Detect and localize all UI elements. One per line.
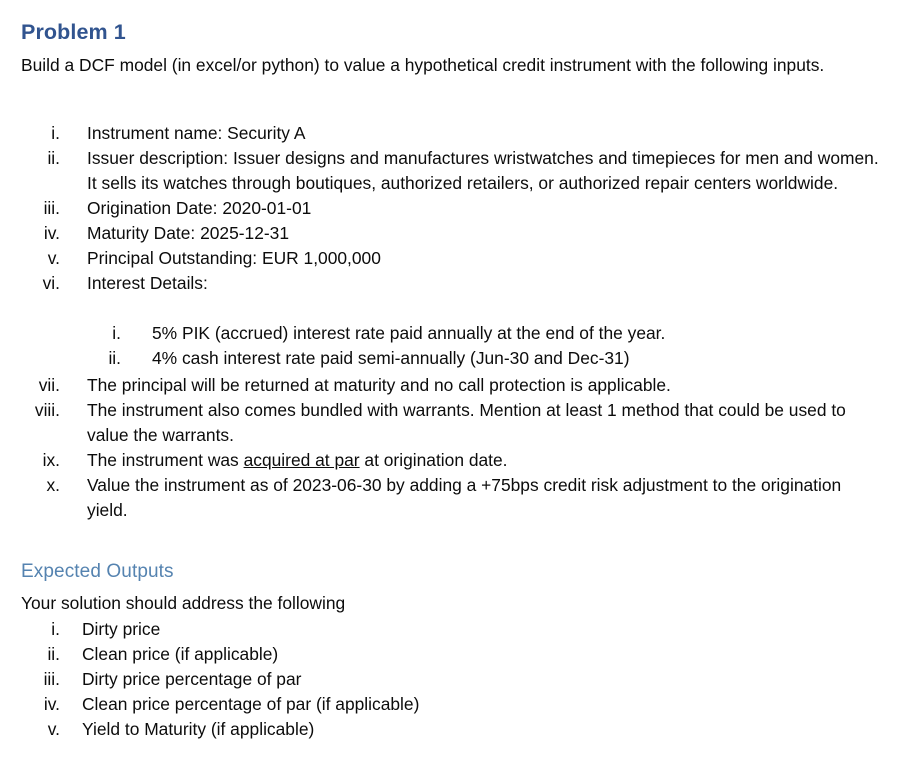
list-item-text: Instrument name: Security A xyxy=(87,123,306,143)
list-item: iv. Maturity Date: 2025-12-31 xyxy=(0,221,901,246)
list-item-text: 4% cash interest rate paid semi-annually… xyxy=(152,348,630,368)
expected-outputs-title: Expected Outputs xyxy=(21,561,174,582)
list-marker: vi. xyxy=(42,273,60,293)
list-item-text: Maturity Date: 2025-12-31 xyxy=(87,223,290,243)
list-item-text: 5% PIK (accrued) interest rate paid annu… xyxy=(152,323,666,343)
list-marker: v. xyxy=(47,719,60,739)
list-item: v. Yield to Maturity (if applicable) xyxy=(0,717,901,742)
list-item-text: Dirty price percentage of par xyxy=(82,669,302,689)
problem-intro-paragraph: Build a DCF model (in excel/or python) t… xyxy=(21,55,825,75)
list-item: iv. Clean price percentage of par (if ap… xyxy=(0,692,901,717)
emphasis-acquired-at-par: acquired at par xyxy=(243,450,360,470)
list-marker: iii. xyxy=(43,669,60,689)
list-item-text: Yield to Maturity (if applicable) xyxy=(82,719,315,739)
list-item-text-before: The instrument was xyxy=(87,450,244,470)
list-item-text-after: at origination date. xyxy=(359,450,508,470)
list-item-text: Interest Details: xyxy=(87,273,208,293)
problem-inputs-list: i. Instrument name: Security A ii. Issue… xyxy=(0,121,901,296)
list-item: i. 5% PIK (accrued) interest rate paid a… xyxy=(0,321,901,346)
list-item-text: Dirty price xyxy=(82,619,161,639)
list-marker: ii. xyxy=(47,148,60,168)
problem-inputs-list-continued: vii. The principal will be returned at m… xyxy=(0,373,901,523)
list-marker: ix. xyxy=(42,450,60,470)
document-page: Problem 1 Build a DCF model (in excel/or… xyxy=(0,0,901,757)
page-title: Problem 1 xyxy=(21,20,126,44)
list-item-text: Value the instrument as of 2023-06-30 by… xyxy=(87,475,842,520)
list-item: vii. The principal will be returned at m… xyxy=(0,373,901,398)
list-item-text: The principal will be returned at maturi… xyxy=(87,375,671,395)
expected-outputs-list: i. Dirty price ii. Clean price (if appli… xyxy=(0,617,901,742)
list-item: x. Value the instrument as of 2023-06-30… xyxy=(0,473,901,523)
list-item-text: Origination Date: 2020-01-01 xyxy=(87,198,312,218)
list-item-text: Clean price (if applicable) xyxy=(82,644,279,664)
expected-outputs-intro: Your solution should address the followi… xyxy=(21,593,346,613)
list-marker: iv. xyxy=(43,223,60,243)
list-item-text: Clean price percentage of par (if applic… xyxy=(82,694,420,714)
list-item: i. Dirty price xyxy=(0,617,901,642)
list-marker: vii. xyxy=(38,375,60,395)
interest-details-list: i. 5% PIK (accrued) interest rate paid a… xyxy=(0,321,901,371)
list-marker: ii. xyxy=(108,348,121,368)
list-marker: v. xyxy=(47,248,60,268)
list-marker: iv. xyxy=(43,694,60,714)
list-item: i. Instrument name: Security A xyxy=(0,121,901,146)
list-marker: i. xyxy=(51,619,60,639)
list-item: ii. 4% cash interest rate paid semi-annu… xyxy=(0,346,901,371)
list-item-text: Issuer description: Issuer designs and m… xyxy=(87,148,879,193)
list-item: ix. The instrument was acquired at par a… xyxy=(0,448,901,473)
list-marker: viii. xyxy=(34,400,60,420)
list-item-text: The instrument also comes bundled with w… xyxy=(87,400,846,445)
list-item: v. Principal Outstanding: EUR 1,000,000 xyxy=(0,246,901,271)
list-item: ii. Issuer description: Issuer designs a… xyxy=(0,146,901,196)
list-marker: ii. xyxy=(47,644,60,664)
list-item: ii. Clean price (if applicable) xyxy=(0,642,901,667)
list-item: iii. Origination Date: 2020-01-01 xyxy=(0,196,901,221)
list-marker: x. xyxy=(46,475,60,495)
list-item-text: The instrument was acquired at par at or… xyxy=(87,448,883,473)
list-marker: iii. xyxy=(43,198,60,218)
list-item: vi. Interest Details: xyxy=(0,271,901,296)
list-item-text: Principal Outstanding: EUR 1,000,000 xyxy=(87,248,381,268)
list-item: viii. The instrument also comes bundled … xyxy=(0,398,901,448)
list-marker: i. xyxy=(51,123,60,143)
list-item: iii. Dirty price percentage of par xyxy=(0,667,901,692)
list-marker: i. xyxy=(112,323,121,343)
